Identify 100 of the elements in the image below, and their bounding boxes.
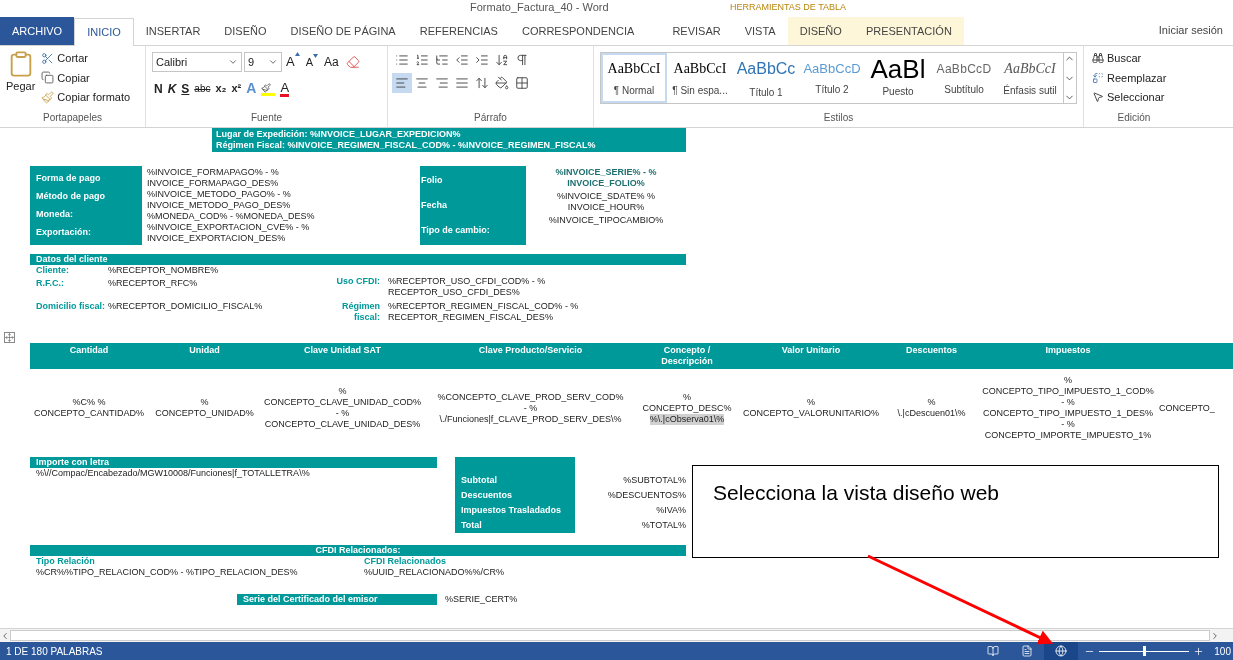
field-value: %UUID_RELACIONADO%%/CR% [364,567,506,578]
superscript-button[interactable]: x² [231,80,242,97]
section-header: Datos del cliente [30,254,686,265]
column-header: Unidad [188,345,221,357]
style-gallery-item[interactable]: AaBbCcD Subtítulo [931,53,997,103]
font-color-button[interactable]: A [280,80,290,97]
table-cell-text: % CONCEPTO_UNIDAD% [154,397,255,419]
scissors-icon [41,51,55,65]
style-gallery-item[interactable]: AaBl Puesto [865,53,931,103]
field-value: %IVA% [655,505,686,516]
style-gallery-item[interactable]: AaBbCcI Énfasis sutil [997,53,1063,103]
scrollbar-thumb[interactable] [10,630,1210,641]
sign-in-link[interactable]: Iniciar sesión [1158,21,1223,38]
align-left-icon[interactable] [392,73,412,93]
group-label: Edición [1116,111,1152,125]
ribbon-tab[interactable]: INICIO [74,18,134,46]
find-button[interactable]: Buscar [1092,50,1176,67]
section-header: CFDI Relacionados: [30,545,686,556]
select-button[interactable]: Seleccionar [1092,89,1176,106]
group-label: Párrafo [473,111,508,125]
field-value: %RECEPTOR_NOMBRE% [108,265,219,276]
field-label: Exportación: [36,226,92,238]
font-family-dropdown[interactable]: Calibri [152,52,242,72]
ribbon-tab[interactable]: REVISAR [660,17,733,45]
zoom-slider[interactable] [1099,646,1190,656]
field-value: %MONEDA_COD% - %MONEDA_DES% [147,211,316,222]
paste-button[interactable]: Pegar [6,50,36,110]
field-value: %TOTAL% [640,520,686,531]
ribbon-tab[interactable]: DISEÑO [787,17,854,45]
style-gallery-item[interactable]: AaBbCc Título 1 [733,53,799,103]
field-label: R.F.C.: [36,278,65,289]
zoom-level: 100 [1214,644,1232,659]
table-cell-text: % CONCEPTO_DESC% %\.|cObserva01\% [641,391,733,425]
ribbon-tab[interactable]: CORRESPONDENCIA [509,17,647,45]
ribbon-tab[interactable]: DISEÑO [212,17,279,45]
context-tab-group-label: HERRAMIENTAS DE TABLA [730,1,847,14]
field-label: Régimen fiscal: [341,301,381,323]
triangle-up-icon [294,52,300,57]
section-header: Importe con letra [30,457,437,468]
field-value: %INVOICE_SERIE% - % INVOICE_FOLIO% [554,167,658,189]
field-value: %RECEPTOR_USO_CFDI_COD% - % RECEPTOR_USO_CFDI_DES% [388,276,546,298]
strikethrough-button[interactable]: abc [194,81,211,96]
ribbon-tab[interactable]: DISEÑO DE PÁGINA [278,17,408,45]
column-header: Clave Unidad SAT [303,345,382,357]
field-value: %INVOICE_SDATE% % INVOICE_HOUR% [556,191,656,213]
ribbon-tab[interactable]: PRESENTACIÓN [853,17,964,45]
header-box: Lugar de Expedición: %INVOICE_LUGAR_EXPEDICION% Régimen Fiscal: %INVOICE_REGIMEN_FISCAL_COD% - %INVOICE_REGIMEN_FISCAL% [212,128,686,152]
group-label: Portapapeles [42,111,103,125]
word-count[interactable]: 1 DE 180 PALABRAS [0,643,103,659]
highlight-color-icon[interactable] [261,81,276,96]
window-title: Formato_Factura_40 - Word [470,1,609,14]
replace-button[interactable]: Reemplazar [1092,69,1176,86]
field-label: Uso CFDI: [335,276,381,288]
field-label: Forma de pago [36,173,102,185]
style-gallery-item[interactable]: AaBbCcD Título 2 [799,53,865,103]
book-icon [987,645,1000,657]
replace-icon [1092,71,1104,84]
shrink-font-button[interactable]: A [303,53,320,71]
ribbon-tab[interactable]: ARCHIVO [0,17,75,45]
table-cell-text: CONCEPTO_ [1158,402,1216,414]
column-header: Descuentos [905,345,958,357]
italic-button[interactable]: K [167,79,177,98]
field-value: %RECEPTOR_DOMICILIO_FISCAL% [108,301,263,312]
column-header: Concepto / Descripción [660,345,714,368]
grow-font-button[interactable]: A [284,52,302,72]
field-label: Impuestos Trasladados [461,505,563,516]
callout-box: Selecciona la vista diseño web [692,465,1219,558]
paintbrush-icon [41,90,55,104]
style-gallery-item[interactable]: AaBbCcI ¶ Normal [601,53,667,103]
bold-button[interactable]: N [154,79,163,98]
table-cell-text: %CONCEPTO_CLAVE_PROD_SERV_COD% - % \./Funciones|f_CLAVE_PROD_SERV_DES\% [436,391,625,425]
subscript-button[interactable]: x₂ [215,80,227,97]
field-label: Descuentos [461,490,514,501]
field-label: Método de pago [36,191,106,203]
underline-button[interactable]: S [181,79,190,98]
table-cell-text: % CONCEPTO_CLAVE_UNIDAD_COD% - % CONCEPTO_CLAVE_UNIDAD_DES% [262,386,423,430]
field-label: Serie del Certificado del emisor [237,594,437,605]
field-value: %INVOICE_EXPORTACION_CVE% - % INVOICE_EXPORTACION_DES% [147,222,311,244]
web-view-button[interactable] [1044,642,1079,660]
copy-icon [41,71,55,85]
font-size-dropdown[interactable]: 9 [244,52,282,72]
field-label: Moneda: [36,208,74,220]
style-gallery-item[interactable]: AaBbCcI ¶ Sin espa... [667,53,733,103]
ribbon-tab[interactable]: INSERTAR [133,17,213,45]
field-value: %DESCUENTOS% [606,490,686,501]
table-cell-text: %C% % CONCEPTO_CANTIDAD% [33,397,145,419]
format-painter-button[interactable]: Copiar formato [41,89,131,106]
field-label: Folio [421,175,444,186]
change-case-button[interactable]: Aa [322,53,341,71]
field-label: Cliente: [36,265,70,276]
field-value: %RECEPTOR_REGIMEN_FISCAL_COD% - % RECEPTOR_REGIMEN_FISCAL_DES% [388,301,579,323]
copy-button[interactable]: Copiar [41,69,131,86]
table-cell-text: % CONCEPTO_TIPO_IMPUESTO_1_COD% - % CONCEPTO_TIPO_IMPUESTO_1_DES% - % CONCEPTO_IMPORTE_IMPUESTO_1% [981,375,1155,441]
table-cell-text: % \.|cDescuen01\% [896,397,967,419]
cut-button[interactable]: Cortar [41,50,131,67]
field-value: %INVOICE_METODO_PAGO% - % INVOICE_METODO_PAGO_DES% [147,189,292,211]
dropdown-caret-icon [228,57,238,67]
field-label: Subtotal [461,475,498,486]
ribbon-tab[interactable]: VISTA [732,17,788,45]
ribbon-tab[interactable]: REFERENCIAS [407,17,510,45]
